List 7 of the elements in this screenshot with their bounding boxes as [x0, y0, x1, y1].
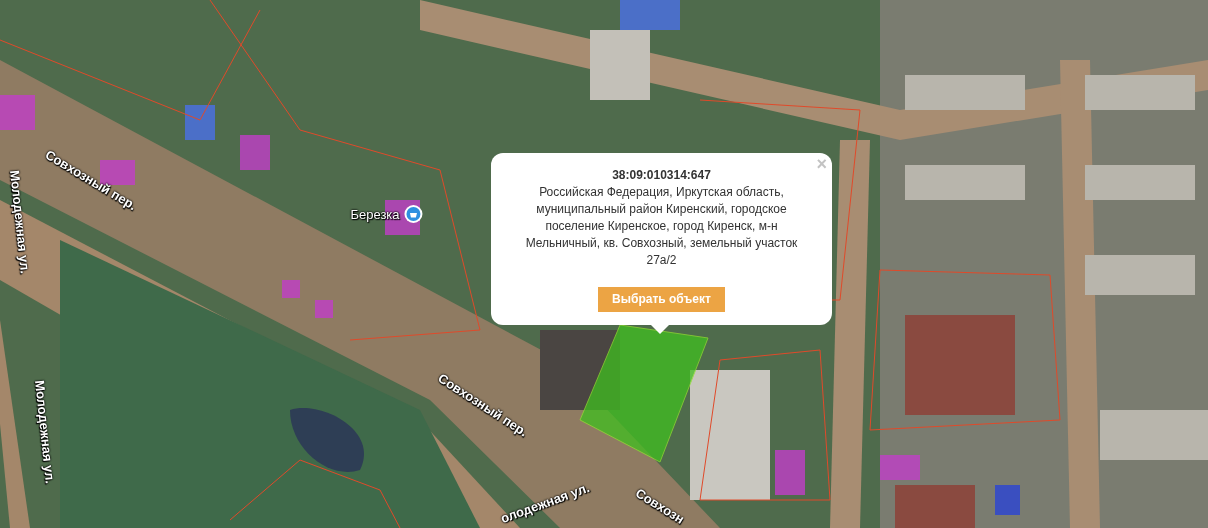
close-button[interactable]: × — [816, 155, 827, 173]
parcel-address: Российская Федерация, Иркутская область, муниципальный район Киренский, городское поселение Киренское, город Киренск, м-н Мельничный, кв. Совхозный, земельный участок 27а/2 — [524, 184, 799, 269]
cadastral-number: 38:09:010314:647 — [611, 167, 712, 184]
select-object-button[interactable]: Выбрать объект — [598, 287, 725, 312]
shop-pin-icon[interactable] — [403, 204, 424, 224]
street-label: Молодежная ул. — [7, 169, 33, 275]
street-label: Молодежная ул. — [32, 379, 58, 485]
